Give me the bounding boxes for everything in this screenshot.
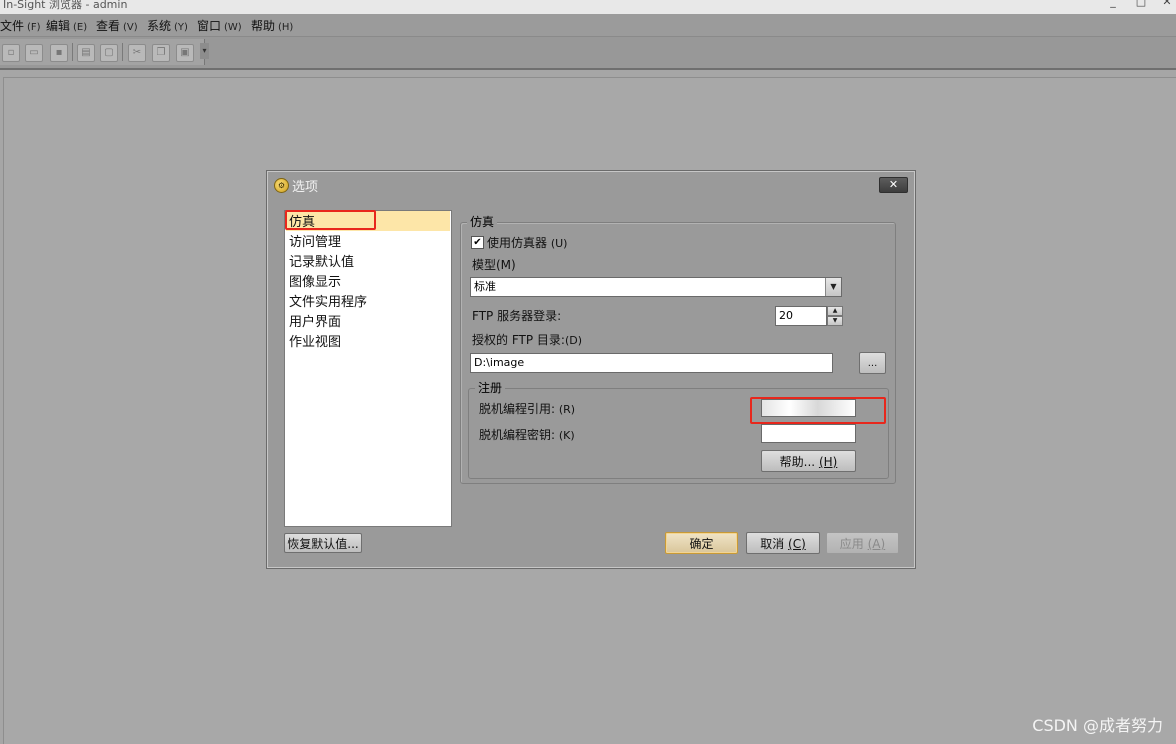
watermark: CSDN @成者努力 [1032, 716, 1163, 735]
options-dialog: ⚙ 选项 ✕ 仿真 访问管理 记录默认值 图像显示 文件实用程序 用户界面 作业… [266, 170, 916, 569]
ftp-directory-label: 授权的 FTP 目录:(D) [472, 331, 582, 348]
apply-button-accel: (A) [867, 537, 886, 551]
menu-file-label: 文件 [0, 19, 25, 33]
cut-icon[interactable]: ✂ [128, 44, 146, 62]
copy-icon[interactable]: ❐ [152, 44, 170, 62]
menu-help[interactable]: 帮助 (H) [251, 17, 293, 34]
help-button[interactable]: 帮助... (H) [761, 450, 856, 472]
use-emulator-text: 使用仿真器 [487, 236, 548, 250]
offline-reference-label: 脱机编程引用: (R) [479, 400, 575, 417]
menu-edit-accel: (E) [73, 22, 88, 33]
simulation-group-title: 仿真 [467, 213, 498, 230]
apply-button-label: 应用 [839, 537, 864, 551]
category-item-access-management[interactable]: 访问管理 [289, 231, 341, 250]
offline-key-text: 脱机编程密钥: [479, 428, 556, 442]
use-emulator-accel: (U) [550, 237, 568, 250]
offline-reference-text: 脱机编程引用: [479, 402, 556, 416]
menu-file[interactable]: 文件 (F) [0, 17, 41, 34]
category-item-job-view[interactable]: 作业视图 [289, 331, 341, 350]
window-title: In-Sight 浏览器 - admin [3, 0, 128, 11]
options-icon: ⚙ [274, 178, 289, 193]
maximize-button[interactable]: □ [1134, 0, 1148, 8]
ftp-login-input[interactable]: 20 [775, 306, 827, 326]
chevron-down-icon[interactable]: ▼ [825, 278, 841, 296]
menu-system-label: 系统 [147, 19, 172, 33]
paste-icon[interactable]: ▣ [176, 44, 194, 62]
menu-file-accel: (F) [27, 22, 41, 33]
menu-bar: 文件 (F) 编辑 (E) 查看 (V) 系统 (Y) 窗口 (W) 帮助 (H) [0, 14, 1176, 37]
register-group-title: 注册 [475, 379, 506, 396]
print-icon[interactable]: ▤ [77, 44, 95, 62]
ok-button[interactable]: 确定 [665, 532, 738, 554]
menu-view-accel: (V) [123, 22, 138, 33]
ftp-directory-accel: (D) [564, 334, 582, 347]
dialog-close-button[interactable]: ✕ [879, 177, 908, 193]
save-icon[interactable]: ▪ [50, 44, 68, 62]
menu-system-accel: (Y) [174, 22, 188, 33]
offline-key-label: 脱机编程密钥: (K) [479, 426, 575, 443]
model-select[interactable]: 标准 ▼ [470, 277, 842, 297]
help-button-accel: (H) [818, 455, 838, 469]
offline-reference-accel: (R) [558, 403, 576, 416]
menu-edit[interactable]: 编辑 (E) [46, 17, 87, 34]
cancel-button-accel: (C) [788, 537, 806, 551]
menu-system[interactable]: 系统 (Y) [147, 17, 188, 34]
restore-defaults-button[interactable]: 恢复默认值... [284, 533, 362, 553]
ftp-login-label: FTP 服务器登录: [472, 309, 562, 323]
checkmark-icon: ✔ [473, 237, 482, 248]
use-emulator-label[interactable]: 使用仿真器 (U) [487, 234, 567, 251]
menu-window-label: 窗口 [197, 19, 222, 33]
open-icon[interactable]: ▭ [25, 44, 43, 62]
annotation-highlight-box [285, 210, 376, 230]
toolbar-strip: ▫ ▭ ▪ ▤ ▢ ✂ ❐ ▣ [0, 39, 205, 65]
annotation-highlight-box [750, 397, 886, 424]
offline-key-input[interactable] [761, 424, 856, 443]
minimize-button[interactable]: _ [1106, 0, 1120, 8]
model-label: 模型(M) [472, 258, 516, 272]
cancel-button-label: 取消 [760, 537, 785, 551]
category-item-image-display[interactable]: 图像显示 [289, 271, 341, 290]
spin-up-icon[interactable]: ▲ [827, 306, 843, 316]
menu-edit-label: 编辑 [46, 19, 71, 33]
menu-window[interactable]: 窗口 (W) [197, 17, 242, 34]
apply-button[interactable]: 应用 (A) [826, 532, 899, 554]
category-item-file-utilities[interactable]: 文件实用程序 [289, 291, 367, 310]
ftp-directory-text: 授权的 FTP 目录: [472, 333, 565, 347]
category-list: 仿真 访问管理 记录默认值 图像显示 文件实用程序 用户界面 作业视图 [284, 210, 452, 527]
menu-help-label: 帮助 [251, 19, 276, 33]
toolbar-separator [72, 43, 73, 61]
menu-view-label: 查看 [96, 19, 121, 33]
title-bar: In-Sight 浏览器 - admin _ □ ✕ [0, 0, 1176, 14]
print-preview-icon[interactable]: ▢ [100, 44, 118, 62]
toolbar-separator [122, 43, 123, 61]
ftp-directory-input[interactable]: D:\image [470, 353, 833, 373]
toolbar: ▫ ▭ ▪ ▤ ▢ ✂ ❐ ▣ ▾ [0, 37, 1176, 70]
new-icon[interactable]: ▫ [2, 44, 20, 62]
cancel-button[interactable]: 取消 (C) [746, 532, 820, 554]
close-window-button[interactable]: ✕ [1160, 0, 1174, 8]
menu-help-accel: (H) [278, 22, 294, 33]
menu-window-accel: (W) [224, 22, 242, 33]
use-emulator-checkbox[interactable]: ✔ [471, 236, 484, 249]
browse-button[interactable]: ... [859, 352, 886, 374]
toolbar-overflow-icon[interactable]: ▾ [200, 43, 209, 59]
offline-key-accel: (K) [558, 429, 575, 442]
menu-view[interactable]: 查看 (V) [96, 17, 138, 34]
spin-down-icon[interactable]: ▼ [827, 316, 843, 326]
help-button-label: 帮助... [779, 455, 816, 469]
category-item-record-defaults[interactable]: 记录默认值 [289, 251, 354, 270]
model-select-value: 标准 [474, 280, 496, 293]
dialog-title: 选项 [292, 180, 319, 195]
category-item-user-interface[interactable]: 用户界面 [289, 311, 341, 330]
